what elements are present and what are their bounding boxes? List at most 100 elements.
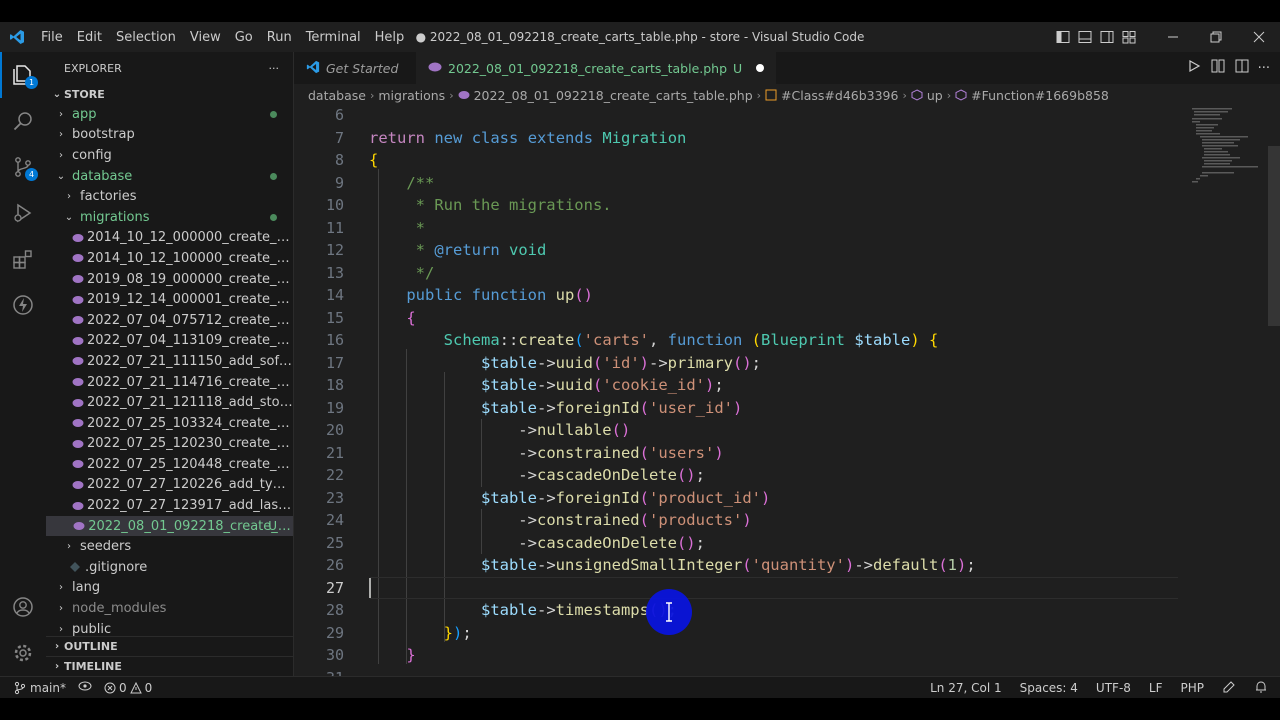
- file-item[interactable]: 2019_12_14_000001_create_person...: [46, 289, 293, 310]
- code-line[interactable]: 20 ->nullable(): [294, 419, 1280, 442]
- toggle-panel-icon[interactable]: [1075, 22, 1095, 52]
- code-line[interactable]: 22 ->cascadeOnDelete();: [294, 464, 1280, 487]
- code-line[interactable]: 25 ->cascadeOnDelete();: [294, 532, 1280, 555]
- folder-item[interactable]: › config: [46, 145, 293, 166]
- search-activity-icon[interactable]: [0, 98, 46, 144]
- toggle-primary-sidebar-icon[interactable]: [1053, 22, 1073, 52]
- minimize-button[interactable]: [1151, 22, 1194, 52]
- problems-status[interactable]: 0 0: [104, 681, 152, 695]
- folder-item[interactable]: › app: [46, 104, 293, 125]
- folder-item[interactable]: ⌄ database: [46, 166, 293, 187]
- sync-icon[interactable]: [78, 680, 92, 695]
- breadcrumb-item[interactable]: #Class#d46b3396: [781, 88, 898, 103]
- split-editor-icon[interactable]: [1234, 58, 1250, 78]
- code-line[interactable]: 11 *: [294, 217, 1280, 240]
- breadcrumb-item[interactable]: database: [308, 88, 366, 103]
- source-control-activity-icon[interactable]: 4: [0, 144, 46, 190]
- file-item[interactable]: 2022_07_21_111150_add_soft_delet...: [46, 351, 293, 372]
- code-line[interactable]: 13 */: [294, 262, 1280, 285]
- file-item[interactable]: 2022_07_27_120226_add_type_colu...: [46, 475, 293, 496]
- explorer-activity-icon[interactable]: 1: [0, 52, 46, 98]
- menu-terminal[interactable]: Terminal: [299, 30, 368, 45]
- customize-layout-icon[interactable]: [1119, 22, 1139, 52]
- cursor-position[interactable]: Ln 27, Col 1: [930, 681, 1002, 695]
- encoding[interactable]: UTF-8: [1096, 681, 1131, 695]
- run-debug-activity-icon[interactable]: [0, 190, 46, 236]
- code-line[interactable]: 16 Schema::create('carts', function (Blu…: [294, 329, 1280, 352]
- workspace-section-header[interactable]: ⌄ STORE: [46, 84, 293, 104]
- code-line[interactable]: 12 * @return void: [294, 239, 1280, 262]
- file-item[interactable]: 2022_07_25_120230_create_tags_ta...: [46, 434, 293, 455]
- code-line[interactable]: 6: [294, 106, 1280, 127]
- folder-item[interactable]: ⌄ migrations: [46, 207, 293, 228]
- folder-item[interactable]: › bootstrap: [46, 125, 293, 146]
- code-line[interactable]: 14 public function up(): [294, 284, 1280, 307]
- code-line[interactable]: 26 $table->unsignedSmallInteger('quantit…: [294, 554, 1280, 577]
- restore-button[interactable]: [1194, 22, 1237, 52]
- breadcrumb-item[interactable]: #Function#1669b858: [971, 88, 1109, 103]
- folder-item[interactable]: › seeders: [46, 536, 293, 557]
- folder-item[interactable]: › lang: [46, 578, 293, 599]
- folder-item[interactable]: › node_modules: [46, 598, 293, 619]
- file-item[interactable]: 2014_10_12_000000_create_users_t...: [46, 228, 293, 249]
- breadcrumb-item[interactable]: migrations: [378, 88, 445, 103]
- breadcrumb-item[interactable]: 2022_08_01_092218_create_carts_table.php: [474, 88, 753, 103]
- file-item[interactable]: 2014_10_12_100000_create_passwo...: [46, 248, 293, 269]
- code-line[interactable]: 28 $table->timestamps();: [294, 599, 1280, 622]
- code-line[interactable]: 17 $table->uuid('id')->primary();: [294, 352, 1280, 375]
- menu-file[interactable]: File: [34, 30, 70, 45]
- end-of-line[interactable]: LF: [1149, 681, 1163, 695]
- file-item[interactable]: 2022_08_01_092218_create_ca... U: [46, 515, 293, 537]
- file-item[interactable]: 2022_07_27_123917_add_last_active...: [46, 495, 293, 516]
- thunder-client-activity-icon[interactable]: [0, 282, 46, 328]
- code-editor[interactable]: 6 7 return new class extends Migration 8{9 …: [294, 106, 1280, 676]
- unsaved-dot-icon[interactable]: [756, 64, 765, 72]
- run-code-icon[interactable]: [1186, 58, 1202, 78]
- manage-gear-icon[interactable]: [0, 630, 46, 676]
- indentation[interactable]: Spaces: 4: [1020, 681, 1078, 695]
- code-line[interactable]: 7 return new class extends Migration: [294, 127, 1280, 150]
- code-line[interactable]: 27: [294, 577, 1280, 600]
- file-item[interactable]: 2022_07_25_120448_create_product...: [46, 454, 293, 475]
- code-line[interactable]: 29 });: [294, 622, 1280, 645]
- code-line[interactable]: 19 $table->foreignId('user_id'): [294, 397, 1280, 420]
- file-item[interactable]: 2019_08_19_000000_create_failed_j...: [46, 269, 293, 290]
- extensions-activity-icon[interactable]: [0, 236, 46, 282]
- code-line[interactable]: 30 }: [294, 644, 1280, 667]
- file-item[interactable]: 2022_07_21_121118_add_store_id_t...: [46, 392, 293, 413]
- tab-carts-migration[interactable]: 2022_08_01_092218_create_carts_table.php…: [416, 52, 777, 84]
- menu-view[interactable]: View: [183, 30, 228, 45]
- code-line[interactable]: 15 {: [294, 307, 1280, 330]
- code-line[interactable]: 31: [294, 667, 1280, 676]
- file-item[interactable]: 2022_07_21_114716_create_product...: [46, 372, 293, 393]
- outline-section-header[interactable]: › OUTLINE: [46, 636, 293, 656]
- menu-edit[interactable]: Edit: [70, 30, 109, 45]
- more-actions-icon[interactable]: ···: [1258, 61, 1270, 76]
- tab-get-started[interactable]: Get Started: [294, 52, 416, 84]
- feedback-icon[interactable]: [1222, 680, 1236, 697]
- minimap[interactable]: [1188, 106, 1268, 196]
- folder-item[interactable]: › factories: [46, 186, 293, 207]
- code-line[interactable]: 10 * Run the migrations.: [294, 194, 1280, 217]
- menu-run[interactable]: Run: [260, 30, 299, 45]
- file-item[interactable]: 2022_07_04_113109_create_categor...: [46, 331, 293, 352]
- code-line[interactable]: 21 ->constrained('users'): [294, 442, 1280, 465]
- editor-scrollbar[interactable]: [1268, 106, 1280, 676]
- code-line[interactable]: 24 ->constrained('products'): [294, 509, 1280, 532]
- breadcrumb-item[interactable]: up: [927, 88, 943, 103]
- language-mode[interactable]: PHP: [1181, 681, 1205, 695]
- notifications-bell-icon[interactable]: [1254, 680, 1268, 697]
- accounts-activity-icon[interactable]: [0, 584, 46, 630]
- menu-help[interactable]: Help: [368, 30, 412, 45]
- code-line[interactable]: 18 $table->uuid('cookie_id');: [294, 374, 1280, 397]
- code-line[interactable]: 8{: [294, 149, 1280, 172]
- menu-selection[interactable]: Selection: [109, 30, 183, 45]
- branch-status[interactable]: main*: [4, 681, 66, 695]
- scrollbar-thumb[interactable]: [1268, 146, 1280, 326]
- file-item[interactable]: 2022_07_25_103324_create_profiles...: [46, 413, 293, 434]
- timeline-section-header[interactable]: › TIMELINE: [46, 656, 293, 676]
- close-button[interactable]: [1237, 22, 1280, 52]
- toggle-secondary-sidebar-icon[interactable]: [1097, 22, 1117, 52]
- menu-go[interactable]: Go: [228, 30, 260, 45]
- code-line[interactable]: 9 /**: [294, 172, 1280, 195]
